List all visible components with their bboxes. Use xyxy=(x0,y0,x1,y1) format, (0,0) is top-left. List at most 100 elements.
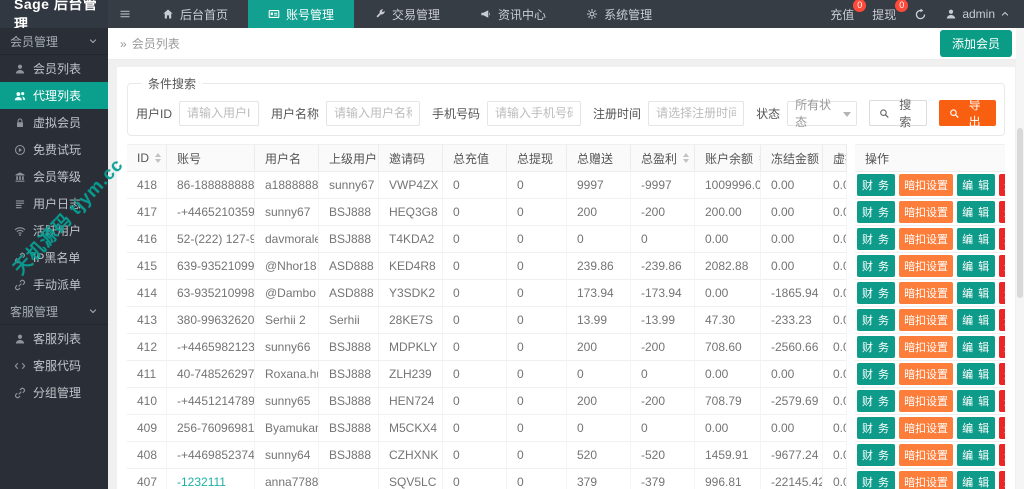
sort-icon[interactable] xyxy=(683,153,690,163)
status-select[interactable]: 所有状态 xyxy=(787,98,858,129)
breadcrumb-current[interactable]: 会员列表 xyxy=(132,35,180,52)
sidebar-item[interactable]: 用户日志 xyxy=(0,190,108,217)
column-header[interactable]: ID xyxy=(127,144,167,172)
finance-button[interactable]: 财 务 xyxy=(857,363,896,385)
cell-virtual: 0.00 xyxy=(823,442,847,469)
sidebar-item[interactable]: 分组管理 xyxy=(0,379,108,406)
deduct-button[interactable]: 暗扣设置 xyxy=(899,201,954,223)
deduct-button[interactable]: 暗扣设置 xyxy=(899,228,954,250)
admin-menu[interactable]: admin xyxy=(945,7,1010,21)
status-filter: 状态 所有状态 xyxy=(756,98,858,129)
finance-button[interactable]: 财 务 xyxy=(857,282,896,304)
cell-account[interactable]: -1232111 xyxy=(167,469,255,489)
top-nav-item[interactable]: 系统管理 xyxy=(566,0,672,28)
edit-button[interactable]: 编 辑 xyxy=(957,417,996,439)
cell-gift: 173.94 xyxy=(567,280,631,307)
finance-button[interactable]: 财 务 xyxy=(857,255,896,277)
column-header: 账号 xyxy=(167,144,255,172)
finance-button[interactable]: 财 务 xyxy=(857,390,896,412)
sidebar-item[interactable]: 客服代码 xyxy=(0,352,108,379)
finance-button[interactable]: 财 务 xyxy=(857,201,896,223)
delete-button[interactable]: 删除 xyxy=(999,471,1005,489)
sidebar-item[interactable]: 虚拟会员 xyxy=(0,109,108,136)
edit-button[interactable]: 编 辑 xyxy=(957,363,996,385)
finance-button[interactable]: 财 务 xyxy=(857,417,896,439)
cell-profit: -520 xyxy=(631,442,695,469)
finance-button[interactable]: 财 务 xyxy=(857,471,896,489)
delete-button[interactable]: 删除 xyxy=(999,363,1005,385)
sidebar-item[interactable]: 手动派单 xyxy=(0,271,108,298)
table-row: 41886-18888888889a18888888889sunny67VWP4… xyxy=(127,172,1005,199)
delete-button[interactable]: 删除 xyxy=(999,336,1005,358)
filter-input[interactable] xyxy=(487,100,582,126)
sort-icon[interactable] xyxy=(155,153,161,163)
cell-parent: BSJ888 xyxy=(319,226,379,253)
sidebar-item[interactable]: 客服列表 xyxy=(0,325,108,352)
deduct-button[interactable]: 暗扣设置 xyxy=(899,471,954,489)
scrollbar-thumb[interactable] xyxy=(1017,128,1023,298)
column-header[interactable]: 总盈利 xyxy=(631,144,695,172)
sidebar-item[interactable]: 活跃用户 xyxy=(0,217,108,244)
deduct-button[interactable]: 暗扣设置 xyxy=(899,363,954,385)
edit-button[interactable]: 编 辑 xyxy=(957,336,996,358)
column-header[interactable]: 账户余额 xyxy=(695,144,761,172)
delete-button[interactable]: 删除 xyxy=(999,201,1005,223)
filter-input[interactable] xyxy=(179,100,260,126)
delete-button[interactable]: 删除 xyxy=(999,390,1005,412)
deduct-button[interactable]: 暗扣设置 xyxy=(899,444,954,466)
delete-button[interactable]: 删除 xyxy=(999,444,1005,466)
edit-button[interactable]: 编 辑 xyxy=(957,255,996,277)
edit-button[interactable]: 编 辑 xyxy=(957,174,996,196)
finance-button[interactable]: 财 务 xyxy=(857,174,896,196)
deduct-button[interactable]: 暗扣设置 xyxy=(899,390,954,412)
sidebar-item[interactable]: 代理列表 xyxy=(0,82,108,109)
withdraw-link[interactable]: 提现 0 xyxy=(872,0,909,23)
finance-button[interactable]: 财 务 xyxy=(857,444,896,466)
filter-input[interactable] xyxy=(326,100,421,126)
sidebar-item[interactable]: IP黑名单 xyxy=(0,244,108,271)
vertical-scrollbar[interactable] xyxy=(1016,28,1024,489)
top-nav-item[interactable]: 资讯中心 xyxy=(460,0,566,28)
deduct-button[interactable]: 暗扣设置 xyxy=(899,282,954,304)
search-button[interactable]: 搜索 xyxy=(869,98,927,129)
deduct-button[interactable]: 暗扣设置 xyxy=(899,417,954,439)
finance-button[interactable]: 财 务 xyxy=(857,336,896,358)
delete-button[interactable]: 删除 xyxy=(999,417,1005,439)
finance-button[interactable]: 财 务 xyxy=(857,228,896,250)
edit-button[interactable]: 编 辑 xyxy=(957,309,996,331)
edit-button[interactable]: 编 辑 xyxy=(957,444,996,466)
finance-button[interactable]: 财 务 xyxy=(857,309,896,331)
delete-button[interactable]: 删除 xyxy=(999,282,1005,304)
export-button[interactable]: 导出 xyxy=(938,98,996,129)
refresh-icon[interactable] xyxy=(914,8,927,21)
cell-frozen: 0.00 xyxy=(761,361,823,388)
edit-button[interactable]: 编 辑 xyxy=(957,228,996,250)
recharge-link[interactable]: 充值 0 xyxy=(830,0,867,23)
menu-toggle[interactable] xyxy=(108,0,142,28)
top-nav-item[interactable]: 账号管理 xyxy=(248,0,355,28)
edit-button[interactable]: 编 辑 xyxy=(957,201,996,223)
sidebar-item[interactable]: 会员等级 xyxy=(0,163,108,190)
edit-button[interactable]: 编 辑 xyxy=(957,471,996,489)
add-member-button[interactable]: 添加会员 xyxy=(939,30,1012,57)
sidebar-item[interactable]: 免费试玩 xyxy=(0,136,108,163)
filter-input[interactable] xyxy=(648,100,745,126)
delete-button[interactable]: 删除 xyxy=(999,174,1005,196)
deduct-button[interactable]: 暗扣设置 xyxy=(899,309,954,331)
delete-button[interactable]: 删除 xyxy=(999,228,1005,250)
deduct-button[interactable]: 暗扣设置 xyxy=(899,174,954,196)
sidebar-group-header[interactable]: 客服管理 xyxy=(0,298,108,325)
table-row: 409256-760969813Byamukama ...BSJ888M5CKX… xyxy=(127,415,1005,442)
deduct-button[interactable]: 暗扣设置 xyxy=(899,336,954,358)
deduct-button[interactable]: 暗扣设置 xyxy=(899,255,954,277)
delete-button[interactable]: 删除 xyxy=(999,309,1005,331)
sidebar-group-header[interactable]: 会员管理 xyxy=(0,28,108,55)
top-nav-item[interactable]: 后台首页 xyxy=(142,0,248,28)
edit-button[interactable]: 编 辑 xyxy=(957,282,996,304)
top-nav-item[interactable]: 交易管理 xyxy=(354,0,460,28)
column-header[interactable]: 冻结金额 xyxy=(761,144,823,172)
cell-frozen: -2560.66 xyxy=(761,334,823,361)
edit-button[interactable]: 编 辑 xyxy=(957,390,996,412)
sidebar-item[interactable]: 会员列表 xyxy=(0,55,108,82)
delete-button[interactable]: 删除 xyxy=(999,255,1005,277)
